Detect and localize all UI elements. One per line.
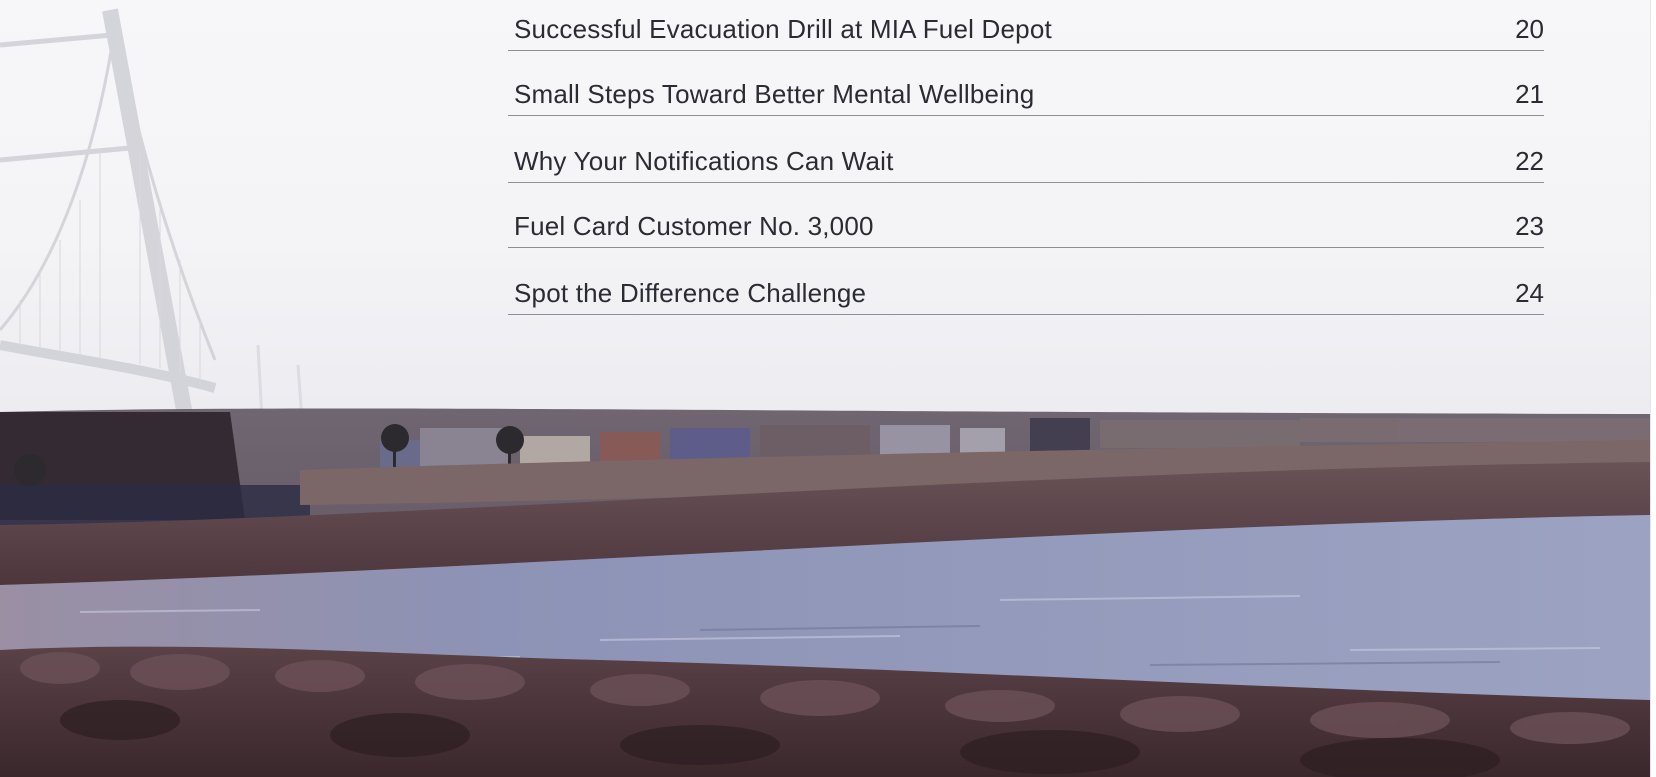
document-page: Successful Evacuation Drill at MIA Fuel …	[0, 0, 1656, 777]
toc-entry-page: 22	[1515, 146, 1544, 176]
toc-entry-page: 20	[1515, 14, 1544, 44]
toc-entry-page: 23	[1515, 211, 1544, 241]
toc-entry-title: Why Your Notifications Can Wait	[514, 146, 894, 176]
toc-entry[interactable]: Successful Evacuation Drill at MIA Fuel …	[508, 14, 1544, 51]
toc-entry-title: Spot the Difference Challenge	[514, 278, 867, 308]
toc-entry-title: Small Steps Toward Better Mental Wellbei…	[514, 79, 1035, 109]
toc-entry[interactable]: Small Steps Toward Better Mental Wellbei…	[508, 79, 1544, 116]
toc-entry-page: 24	[1515, 278, 1544, 308]
waterfront-photo	[0, 408, 1650, 777]
toc-entry[interactable]: Spot the Difference Challenge 24	[508, 278, 1544, 315]
toc-entry-title: Fuel Card Customer No. 3,000	[514, 211, 874, 241]
toc-entry-page: 21	[1515, 79, 1544, 109]
toc-entry-title: Successful Evacuation Drill at MIA Fuel …	[514, 14, 1052, 44]
content-panel: Successful Evacuation Drill at MIA Fuel …	[0, 0, 1651, 777]
toc-entry[interactable]: Why Your Notifications Can Wait 22	[508, 146, 1544, 183]
toc-entry[interactable]: Fuel Card Customer No. 3,000 23	[508, 211, 1544, 248]
